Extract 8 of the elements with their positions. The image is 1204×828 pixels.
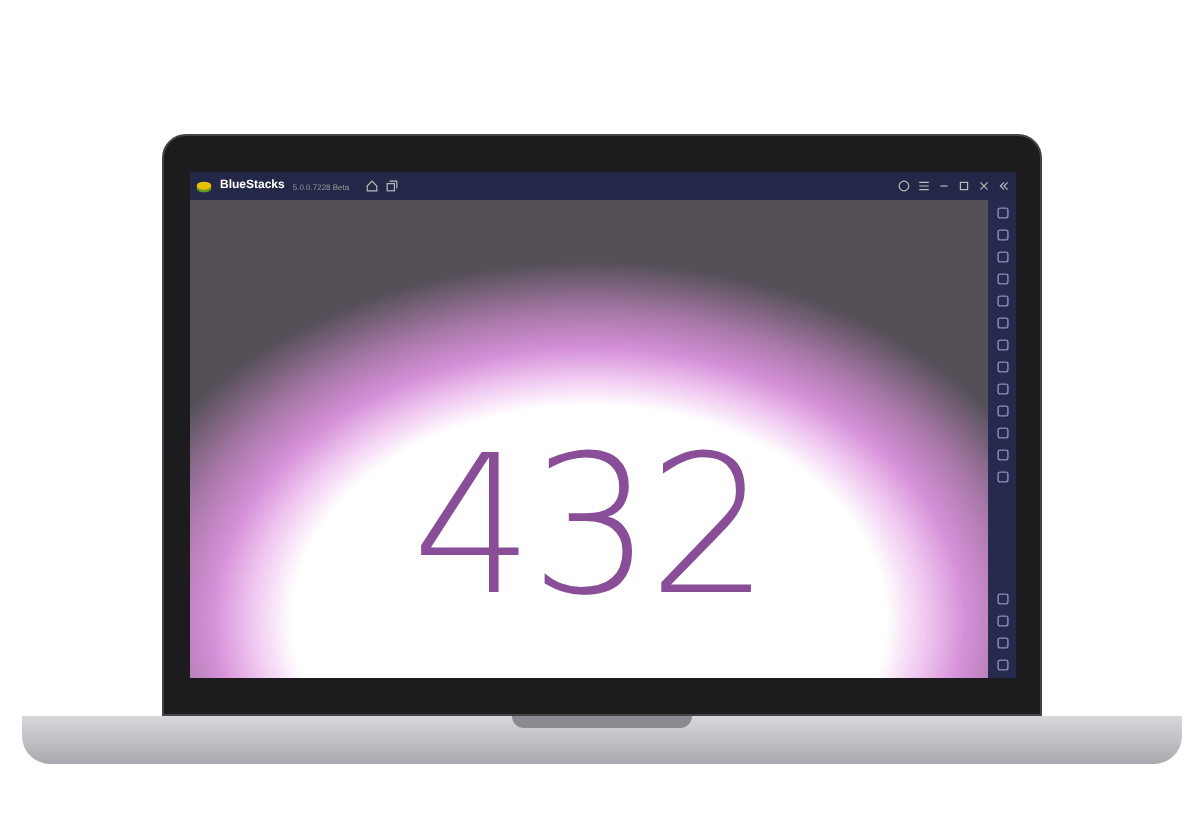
minimize-icon[interactable] (938, 180, 950, 192)
menu-icon[interactable] (918, 180, 930, 192)
maximize-icon[interactable] (958, 180, 970, 192)
splash-number: 432 (411, 430, 767, 622)
collapse-icon[interactable] (998, 180, 1010, 192)
close-icon[interactable] (978, 180, 990, 192)
help-icon[interactable] (898, 180, 910, 192)
stack-logo-icon (196, 179, 212, 193)
